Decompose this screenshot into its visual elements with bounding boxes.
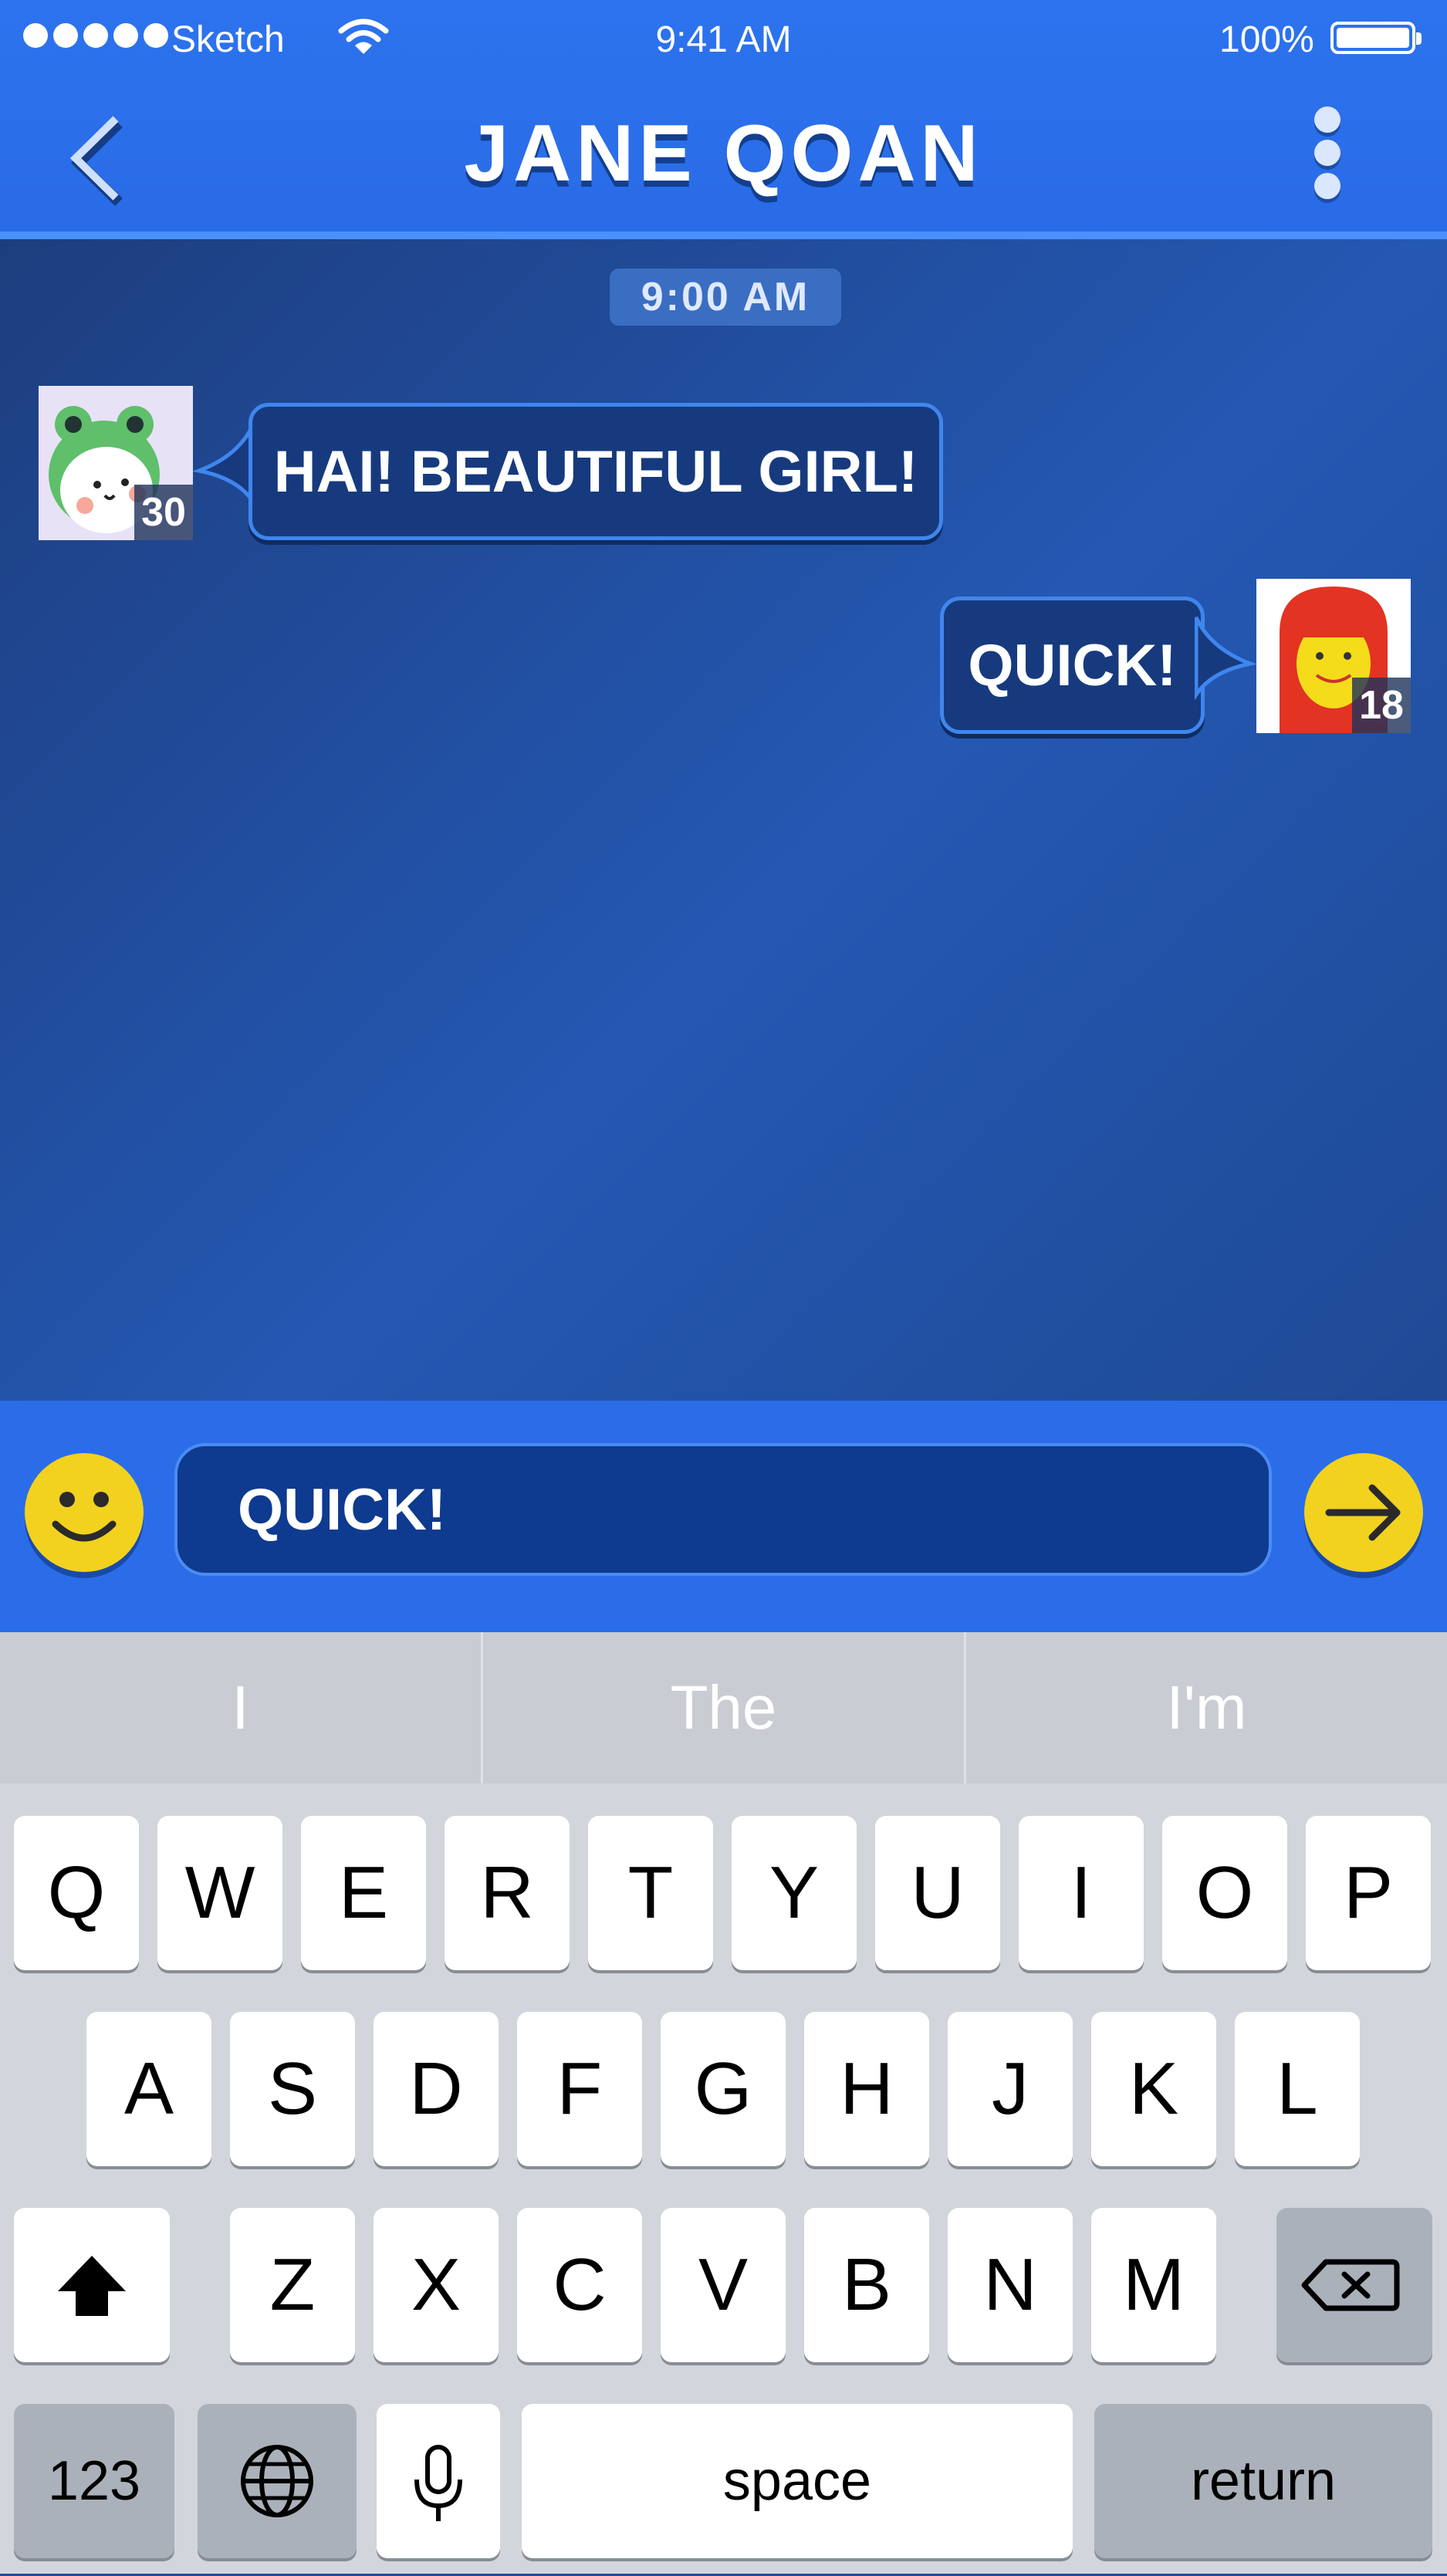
key-l[interactable]: L (1235, 2012, 1360, 2166)
key-f[interactable]: F (517, 2012, 642, 2166)
status-bar: Sketch 9:41 AM 100% (0, 0, 1447, 77)
key-p[interactable]: P (1306, 1816, 1431, 1970)
avatar-contact[interactable]: 30 (39, 386, 193, 540)
battery-percent: 100% (1219, 19, 1314, 60)
prediction-suggestion[interactable]: I (0, 1632, 483, 1783)
key-z[interactable]: Z (230, 2208, 355, 2362)
key-u[interactable]: U (875, 1816, 1000, 1970)
key-v[interactable]: V (661, 2208, 786, 2362)
key-a[interactable]: A (86, 2012, 211, 2166)
key-x[interactable]: X (374, 2208, 499, 2362)
key-y[interactable]: Y (732, 1816, 857, 1970)
message-input[interactable] (174, 1443, 1272, 1576)
message-bubble-incoming[interactable]: HAI! BEAUTIFUL GIRL! (248, 403, 943, 540)
key-c[interactable]: C (517, 2208, 642, 2362)
navigation-header: Sketch 9:41 AM 100% JANE QOAN (0, 0, 1447, 239)
avatar-age-badge: 18 (1352, 678, 1411, 733)
key-n[interactable]: N (948, 2208, 1073, 2362)
timestamp-badge: 9:00 AM (610, 269, 841, 326)
key-s[interactable]: S (230, 2012, 355, 2166)
message-text: QUICK! (968, 632, 1177, 698)
globe-icon[interactable] (198, 2404, 357, 2558)
key-b[interactable]: B (804, 2208, 929, 2362)
key-i[interactable]: I (1019, 1816, 1144, 1970)
prediction-suggestion[interactable]: The (483, 1632, 966, 1783)
key-r[interactable]: R (445, 1816, 570, 1970)
avatar-age-badge: 30 (134, 485, 193, 540)
key-g[interactable]: G (661, 2012, 786, 2166)
bubble-tail (1195, 616, 1256, 701)
page-title: JANE QOAN (464, 109, 983, 198)
shift-icon[interactable] (14, 2208, 170, 2362)
smiley-icon[interactable] (25, 1453, 144, 1572)
more-dots-icon[interactable] (1304, 102, 1351, 210)
microphone-icon[interactable] (377, 2404, 500, 2558)
send-arrow-icon[interactable] (1304, 1453, 1423, 1572)
key-m[interactable]: M (1091, 2208, 1216, 2362)
backspace-icon[interactable] (1276, 2208, 1432, 2362)
avatar-self[interactable]: 18 (1256, 579, 1411, 733)
key-k[interactable]: K (1091, 2012, 1216, 2166)
bubble-tail (193, 423, 255, 508)
key-t[interactable]: T (588, 1816, 713, 1970)
key-e[interactable]: E (301, 1816, 426, 1970)
key-h[interactable]: H (804, 2012, 929, 2166)
space-key[interactable]: space (522, 2404, 1073, 2558)
key-w[interactable]: W (157, 1816, 282, 1970)
prediction-suggestion[interactable]: I'm (966, 1632, 1447, 1783)
key-o[interactable]: O (1162, 1816, 1287, 1970)
key-q[interactable]: Q (14, 1816, 139, 1970)
key-d[interactable]: D (374, 2012, 499, 2166)
message-bubble-outgoing[interactable]: QUICK! (940, 597, 1205, 734)
predictive-text-bar: I The I'm (0, 1632, 1447, 1783)
chat-area[interactable]: 9:00 AM 30 HAI! BEAUTIFUL GIRL! QUICK! 1… (0, 239, 1447, 1401)
keyboard: Q W E R T Y U I O P A S D F G H J K L Z … (0, 1783, 1447, 2574)
key-j[interactable]: J (948, 2012, 1073, 2166)
message-composer (0, 1401, 1447, 1632)
return-key[interactable]: return (1094, 2404, 1432, 2558)
numbers-key[interactable]: 123 (14, 2404, 174, 2558)
battery-icon (1330, 22, 1422, 54)
message-text: HAI! BEAUTIFUL GIRL! (273, 438, 918, 505)
